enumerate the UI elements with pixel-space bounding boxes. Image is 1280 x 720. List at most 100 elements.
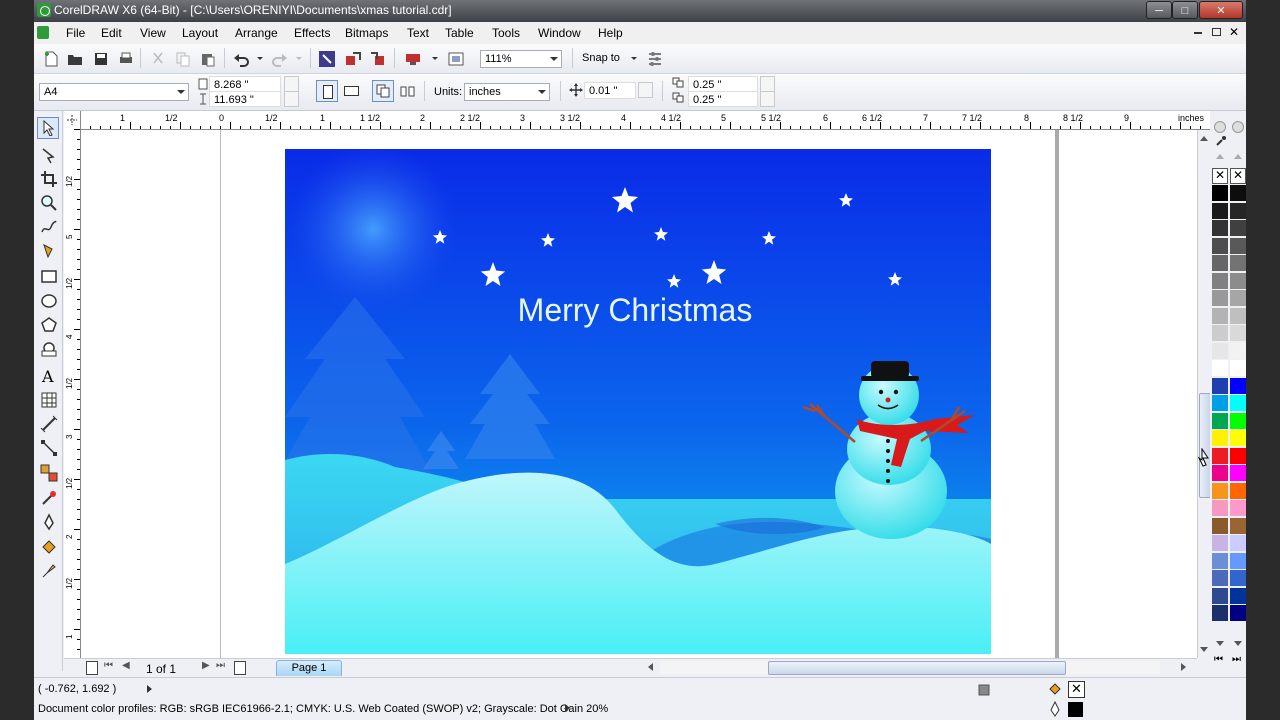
palette-up-arrow[interactable] [1216, 154, 1224, 159]
color-swatch[interactable] [1230, 605, 1246, 621]
menu-text[interactable]: Text [407, 26, 429, 40]
snap-to-arrow[interactable] [631, 57, 637, 60]
menu-edit[interactable]: Edit [101, 26, 122, 40]
menu-window[interactable]: Window [538, 26, 581, 40]
application-launcher-arrow[interactable] [432, 57, 438, 60]
christmas-artwork[interactable]: Merry Christmas [285, 149, 991, 654]
color-swatch[interactable] [1212, 552, 1228, 569]
color-swatch[interactable] [1230, 570, 1246, 586]
drawing-canvas[interactable]: Merry Christmas [81, 130, 1197, 658]
menu-effects[interactable]: Effects [294, 26, 330, 40]
color-swatch[interactable] [1230, 255, 1246, 271]
duplicate-y-field[interactable]: 0.25 " [688, 91, 758, 107]
palette-down-arrow[interactable] [1234, 641, 1242, 646]
all-pages-button[interactable] [372, 80, 394, 102]
color-swatch[interactable] [1212, 185, 1228, 201]
page-width-field[interactable]: 8.268 " [209, 76, 281, 92]
portrait-button[interactable] [316, 80, 338, 102]
redo-dropdown-arrow[interactable] [296, 57, 302, 60]
horizontal-ruler[interactable]: 1 1/2 0 1/2 1 1 1/2 2 2 1/2 3 3 1/2 4 4 … [80, 111, 1210, 130]
color-swatch[interactable] [1212, 272, 1228, 289]
redo-icon[interactable] [271, 50, 289, 68]
color-profiles-arrow[interactable] [565, 704, 570, 712]
color-swatch[interactable] [1230, 360, 1246, 376]
color-swatch[interactable] [1230, 185, 1246, 201]
color-swatch[interactable] [1212, 377, 1228, 394]
duplicate-x-spinner[interactable] [760, 76, 775, 92]
palette-scroll-up-button[interactable] [1214, 121, 1226, 133]
fill-none-swatch[interactable]: ✕ [1068, 681, 1085, 698]
color-swatch[interactable] [1212, 465, 1228, 481]
nudge-distance-field[interactable]: 0.01 " [584, 82, 636, 99]
text-tool-icon[interactable]: A [42, 367, 54, 386]
color-swatch[interactable] [1230, 447, 1246, 464]
outline-color-swatch[interactable] [1068, 702, 1083, 717]
save-icon[interactable] [92, 50, 110, 68]
menu-arrange[interactable]: Arrange [235, 26, 278, 40]
zoom-level-select[interactable]: 111% [480, 50, 562, 68]
shape-tool-icon[interactable] [40, 146, 58, 164]
rectangle-tool-icon[interactable] [40, 268, 58, 286]
color-swatch[interactable] [1212, 517, 1228, 534]
menu-tools[interactable]: Tools [492, 26, 520, 40]
palette-expand-button[interactable]: ⏭ [1232, 654, 1241, 665]
color-swatch[interactable] [1230, 290, 1246, 306]
scroll-right-arrow[interactable] [1181, 663, 1186, 671]
snap-to-dropdown[interactable]: Snap to [582, 52, 620, 64]
status-expand-arrow[interactable] [147, 685, 152, 693]
greeting-text[interactable]: Merry Christmas [518, 292, 753, 328]
freehand-tool-icon[interactable] [40, 218, 58, 236]
basic-shapes-tool-icon[interactable] [40, 340, 58, 358]
color-swatch[interactable] [1230, 517, 1246, 534]
maximize-button[interactable]: □ [1172, 1, 1198, 19]
coreldraw-app-icon[interactable] [37, 3, 51, 17]
connector-tool-icon[interactable] [40, 439, 58, 457]
add-page-after-button[interactable] [234, 661, 246, 675]
color-swatch[interactable] [1212, 342, 1228, 359]
color-swatch[interactable] [1212, 605, 1228, 621]
duplicate-x-field[interactable]: 0.25 " [688, 76, 758, 92]
next-page-button[interactable]: ▶ [202, 660, 210, 671]
palette-expand-button[interactable]: ⏮ [1214, 654, 1223, 665]
color-swatch[interactable] [1230, 500, 1246, 516]
color-swatch[interactable] [1230, 587, 1246, 604]
scroll-left-arrow[interactable] [648, 663, 653, 671]
new-document-icon[interactable] [42, 50, 60, 68]
first-page-button[interactable]: ⏮ [104, 660, 113, 671]
color-swatch[interactable] [1212, 430, 1228, 446]
color-swatch[interactable] [1212, 360, 1228, 376]
color-swatch[interactable] [1230, 430, 1246, 446]
minimize-button[interactable]: ─ [1146, 1, 1172, 19]
welcome-screen-icon[interactable] [447, 50, 465, 68]
no-fill-swatch[interactable]: ✕ [1230, 168, 1246, 184]
color-swatch[interactable] [1230, 535, 1246, 551]
color-swatch[interactable] [1230, 342, 1246, 359]
table-tool-icon[interactable] [40, 391, 58, 409]
page-height-field[interactable]: 11.693 " [209, 91, 281, 107]
color-swatch[interactable] [1212, 570, 1228, 586]
color-swatch[interactable] [1212, 307, 1228, 324]
smart-fill-tool-icon[interactable] [40, 242, 58, 260]
parallel-dimension-tool-icon[interactable] [40, 415, 58, 433]
interactive-fill-tool-icon[interactable] [40, 562, 58, 580]
color-swatch[interactable] [1230, 272, 1246, 289]
add-page-before-button[interactable] [86, 661, 98, 675]
export-icon[interactable] [368, 50, 386, 68]
copy-icon[interactable] [174, 50, 192, 68]
duplicate-y-spinner[interactable] [760, 91, 775, 107]
eyedropper-icon[interactable] [1215, 135, 1227, 147]
units-select[interactable]: inches [464, 83, 550, 101]
page-tab[interactable]: Page 1 [276, 660, 342, 676]
color-swatch[interactable] [1230, 325, 1246, 341]
open-icon[interactable] [66, 50, 84, 68]
color-swatch[interactable] [1212, 325, 1228, 341]
doc-restore-button[interactable] [1212, 28, 1221, 36]
color-swatch[interactable] [1212, 500, 1228, 516]
no-fill-swatch[interactable]: ✕ [1212, 168, 1228, 184]
color-swatch[interactable] [1212, 255, 1228, 271]
publish-pdf-icon[interactable] [404, 50, 422, 68]
doc-close-button[interactable]: ✕ [1229, 25, 1239, 39]
color-swatch[interactable] [1212, 412, 1228, 429]
color-swatch[interactable] [1230, 202, 1246, 219]
eyedropper-tool-icon[interactable] [40, 489, 58, 507]
